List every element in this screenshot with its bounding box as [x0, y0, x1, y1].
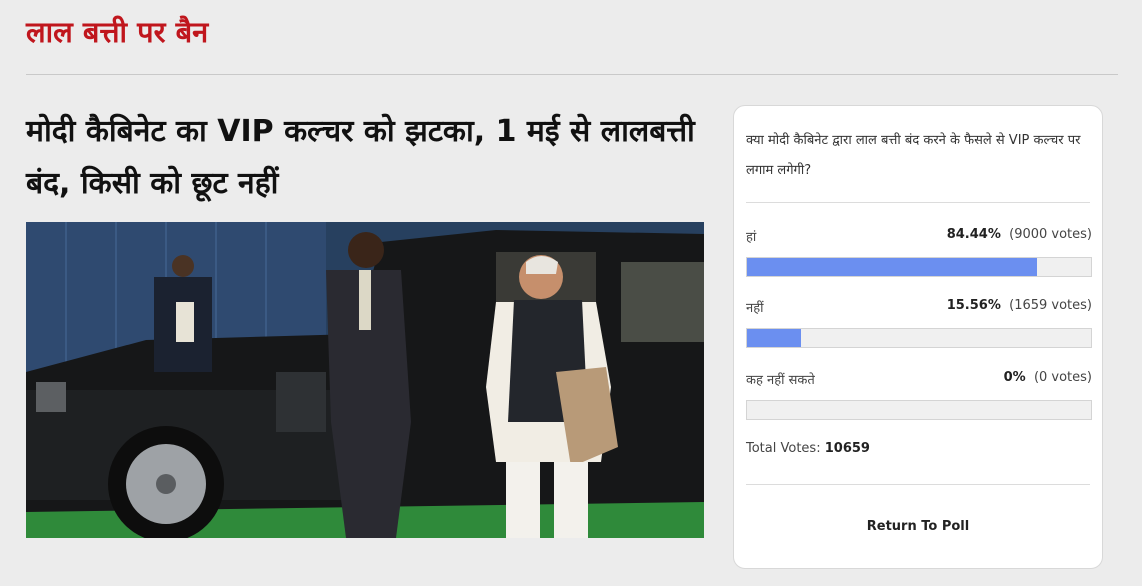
poll-total-value: 10659	[824, 441, 870, 456]
poll-total-label: Total Votes:	[746, 441, 821, 456]
poll-result-bar	[746, 328, 1092, 348]
poll-option: हां 84.44% (9000 votes)	[746, 227, 1092, 277]
article-photo-image	[26, 222, 704, 538]
poll-divider	[746, 484, 1090, 485]
poll-result-bar-fill	[747, 329, 801, 347]
poll-divider	[746, 202, 1090, 203]
poll-option: नहीं 15.56% (1659 votes)	[746, 298, 1092, 348]
section-title: लाल बत्ती पर बैन	[26, 15, 209, 49]
poll-total-votes: Total Votes: 10659	[746, 441, 870, 456]
poll-option: कह नहीं सकते 0% (0 votes)	[746, 370, 1092, 420]
poll-option-label: कह नहीं सकते	[746, 373, 815, 388]
poll-result-bar	[746, 400, 1092, 420]
return-to-poll-button[interactable]: Return To Poll	[734, 519, 1102, 534]
divider	[26, 74, 1118, 75]
article-headline[interactable]: मोदी कैबिनेट का VIP कल्चर को झटका, 1 मई …	[26, 106, 716, 210]
poll-result-bar-fill	[747, 258, 1038, 276]
poll-option-label: नहीं	[746, 301, 764, 316]
poll-option-percent: 84.44%	[946, 227, 1001, 242]
poll-result-bar	[746, 257, 1092, 277]
poll-option-votes: (9000 votes)	[1009, 227, 1092, 242]
poll-widget: क्या मोदी कैबिनेट द्वारा लाल बत्ती बंद क…	[733, 105, 1103, 569]
article-photo[interactable]	[26, 222, 704, 538]
poll-option-label: हां	[746, 230, 757, 245]
poll-option-votes: (0 votes)	[1033, 370, 1092, 385]
poll-option-percent: 0%	[1003, 370, 1026, 385]
poll-option-votes: (1659 votes)	[1009, 298, 1092, 313]
poll-option-percent: 15.56%	[946, 298, 1001, 313]
poll-question: क्या मोदी कैबिनेट द्वारा लाल बत्ती बंद क…	[746, 133, 1081, 178]
